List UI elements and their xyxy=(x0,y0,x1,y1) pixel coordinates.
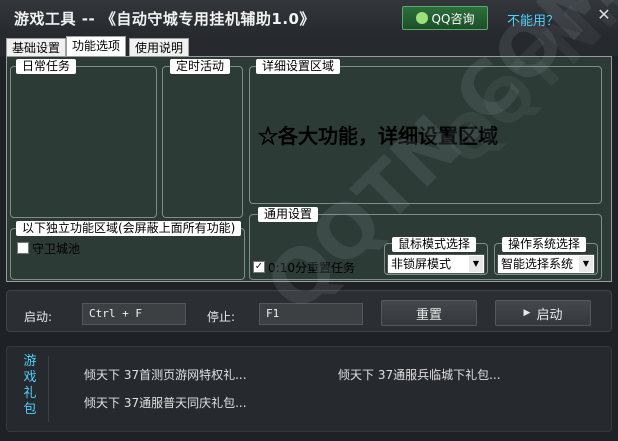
mouse-mode-label: 鼠标模式选择 xyxy=(392,237,477,252)
general-settings-label: 通用设置 xyxy=(258,207,319,222)
reset-button-label: 重置 xyxy=(415,307,442,323)
chevron-down-icon: ▼ xyxy=(469,256,483,272)
daily-tasks-group xyxy=(10,66,157,218)
independent-functions-label: 以下独立功能区域(会屏蔽上面所有功能) xyxy=(16,221,242,236)
qq-icon xyxy=(415,12,428,24)
qq-consult-label: QQ咨询 xyxy=(431,11,475,26)
tab-usage-guide[interactable]: 使用说明 xyxy=(129,38,190,57)
qq-consult-button[interactable]: QQ咨询 xyxy=(402,6,488,30)
os-select-dropdown[interactable]: 智能选择系统 ▼ xyxy=(497,254,595,274)
defend-city-label: 守卫城池 xyxy=(32,242,81,256)
tab-basic-settings[interactable]: 基础设置 xyxy=(6,38,67,57)
reset-task-label: 0:10分重置任务 xyxy=(268,261,355,275)
daily-tasks-label: 日常任务 xyxy=(16,59,77,74)
os-select-value: 智能选择系统 xyxy=(501,257,574,271)
stop-hotkey-label: 停止: xyxy=(207,310,236,324)
mouse-mode-select[interactable]: 非锁屏模式 ▼ xyxy=(387,254,485,274)
play-icon: ▶ xyxy=(523,308,531,318)
gift-link[interactable]: 倾天下 37通服普天同庆礼包... xyxy=(84,394,247,411)
gift-divider xyxy=(48,356,49,422)
gift-section xyxy=(6,346,612,432)
detail-settings-label: 详细设置区域 xyxy=(256,59,341,74)
reset-button[interactable]: 重置 xyxy=(381,300,477,326)
help-link[interactable]: 不能用？ xyxy=(507,10,559,29)
start-hotkey-label: 启动: xyxy=(24,310,53,324)
gift-link[interactable]: 倾天下 37首测页游网特权礼... xyxy=(84,366,247,383)
detail-placeholder-text: ☆各大功能，详细设置区域 xyxy=(258,124,498,148)
gift-link[interactable]: 倾天下 37通服兵临城下礼包... xyxy=(338,366,501,383)
close-icon[interactable]: ✕ xyxy=(596,6,612,24)
tab-function-options[interactable]: 功能选项 xyxy=(66,36,127,57)
chevron-down-icon: ▼ xyxy=(579,256,593,272)
defend-city-checkbox[interactable] xyxy=(17,242,29,254)
stop-hotkey-input[interactable]: F1 xyxy=(259,303,363,325)
start-hotkey-input[interactable]: Ctrl + F xyxy=(82,303,186,325)
window-title: 游戏工具 -- 《自动守城专用挂机辅助1.0》 xyxy=(14,10,315,28)
reset-task-checkbox[interactable]: ✓ xyxy=(253,261,265,273)
start-button-label: 启动 xyxy=(536,307,563,323)
mouse-mode-value: 非锁屏模式 xyxy=(391,257,452,271)
gift-section-label: 游戏礼包 xyxy=(23,354,37,417)
timed-events-label: 定时活动 xyxy=(170,59,231,74)
timed-events-group xyxy=(162,66,243,218)
os-select-label: 操作系统选择 xyxy=(502,237,587,252)
start-button[interactable]: ▶ 启动 xyxy=(495,300,591,326)
